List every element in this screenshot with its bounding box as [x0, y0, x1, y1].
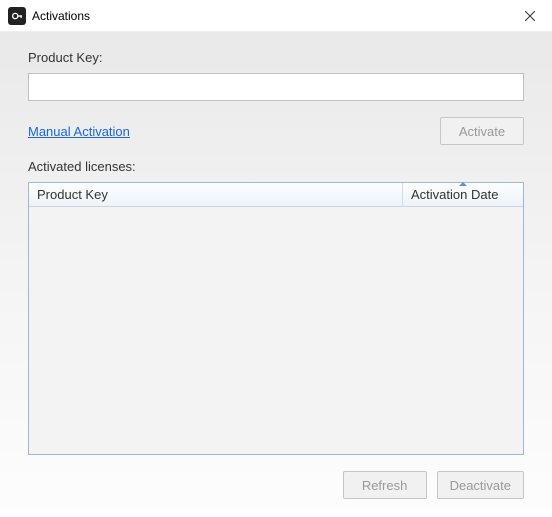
- table-body: [29, 207, 523, 454]
- column-activation-date-label: Activation Date: [411, 187, 498, 202]
- column-activation-date[interactable]: Activation Date: [403, 183, 523, 206]
- window-title: Activations: [32, 9, 507, 23]
- footer-buttons: Refresh Deactivate: [28, 471, 524, 499]
- sort-ascending-icon: [459, 182, 467, 186]
- deactivate-button[interactable]: Deactivate: [437, 471, 524, 499]
- table-header: Product Key Activation Date: [29, 183, 523, 207]
- product-key-label: Product Key:: [28, 50, 524, 65]
- product-key-input[interactable]: [28, 73, 524, 101]
- activate-button[interactable]: Activate: [440, 117, 524, 145]
- refresh-button[interactable]: Refresh: [343, 471, 427, 499]
- content-area: Product Key: Manual Activation Activate …: [0, 32, 552, 517]
- column-product-key[interactable]: Product Key: [29, 183, 403, 206]
- column-product-key-label: Product Key: [37, 187, 108, 202]
- key-icon: [8, 7, 26, 25]
- manual-activation-link[interactable]: Manual Activation: [28, 124, 130, 139]
- titlebar: Activations: [0, 0, 552, 32]
- activations-window: Activations Product Key: Manual Activati…: [0, 0, 552, 517]
- action-row: Manual Activation Activate: [28, 117, 524, 145]
- close-button[interactable]: [507, 0, 552, 32]
- activated-licenses-label: Activated licenses:: [28, 159, 524, 174]
- licenses-table: Product Key Activation Date: [28, 182, 524, 455]
- close-icon: [525, 11, 535, 21]
